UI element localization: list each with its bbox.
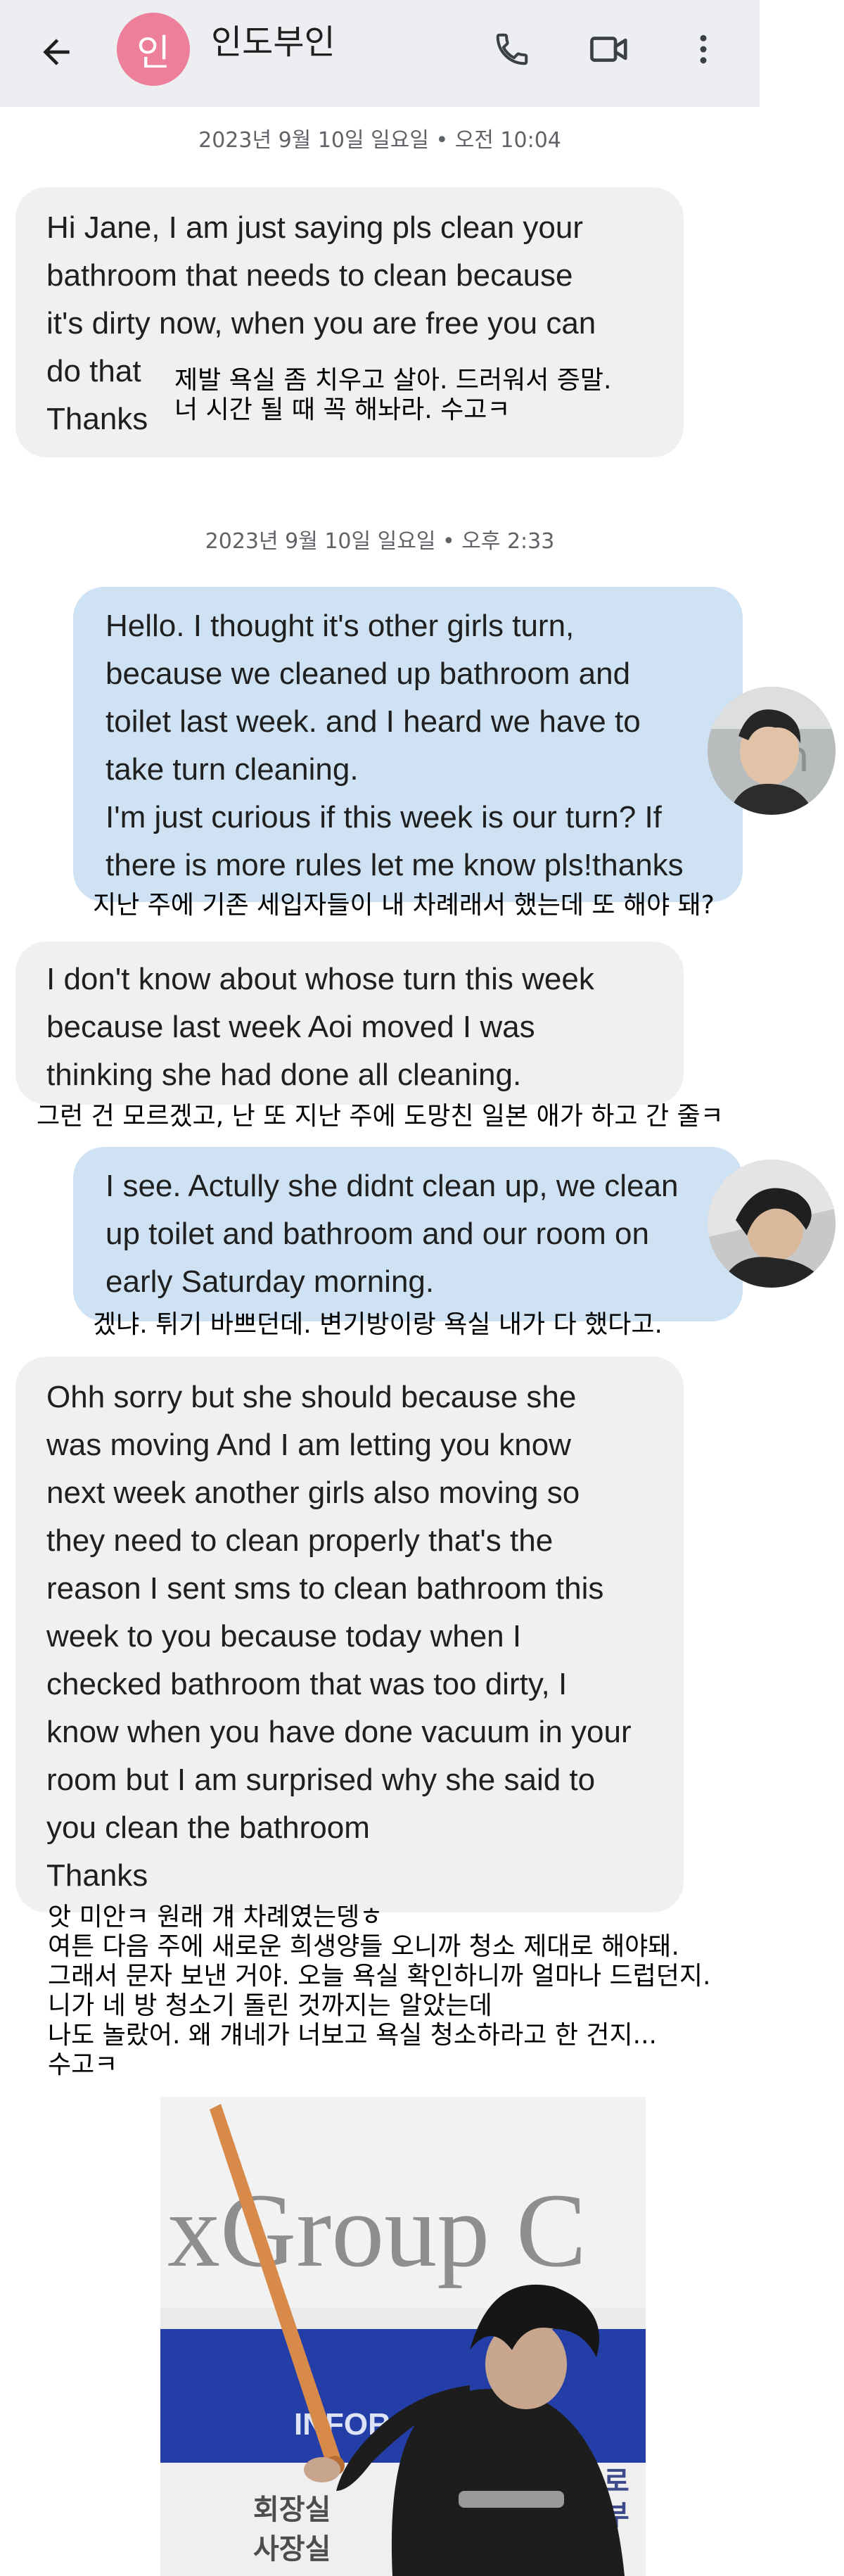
- more-options-button[interactable]: [675, 21, 731, 77]
- overlay-caption: 제발 욕실 좀 치우고 살아. 드러워서 증말. 너 시간 될 때 꼭 해놔라.…: [174, 366, 612, 424]
- sender-profile-photo[interactable]: on: [708, 687, 836, 815]
- more-vert-icon: [700, 34, 707, 64]
- phone-icon: [496, 33, 528, 65]
- overlay-caption: 겠냐. 튀기 바쁘던데. 변기방이랑 욕실 내가 다 했다고.: [93, 1310, 663, 1339]
- video-call-icon: [590, 37, 627, 62]
- date-separator: 2023년 9월 10일 일요일 • 오전 10:04: [198, 128, 561, 153]
- overlay-caption: 그런 건 모르겠고, 난 또 지난 주에 도망친 일본 애가 하고 간 줄ㅋ: [37, 1102, 724, 1131]
- profile-photo-image: on: [708, 687, 836, 815]
- contact-name[interactable]: 인도부인: [211, 21, 335, 63]
- call-button[interactable]: [484, 21, 540, 77]
- meme-image[interactable]: xGroup C INFOR 회장실 사장실 로부: [160, 2097, 646, 2576]
- meme-image-illustration: xGroup C INFOR 회장실 사장실 로부: [160, 2097, 646, 2576]
- contact-initial: 인: [136, 32, 170, 75]
- outgoing-message[interactable]: I see. Actully she didnt clean up, we cl…: [73, 1147, 743, 1321]
- incoming-message[interactable]: I don't know about whose turn this week …: [15, 941, 684, 1105]
- arrow-back-icon: [43, 39, 70, 65]
- door-label: 회장실: [253, 2494, 331, 2526]
- video-call-button[interactable]: [581, 21, 637, 77]
- door-label: 사장실: [253, 2533, 331, 2565]
- incoming-message[interactable]: Ohh sorry but she should because she was…: [15, 1357, 684, 1912]
- back-button[interactable]: [28, 24, 84, 80]
- overlay-caption: 앗 미안ㅋ 원래 걔 차례였는뎅ㅎ 여튼 다음 주에 새로운 희생양들 오니까 …: [48, 1903, 711, 2079]
- overlay-caption: 지난 주에 기존 세입자들이 내 차례래서 했는데 또 해야 돼?: [93, 891, 715, 920]
- outgoing-message[interactable]: Hello. I thought it's other girls turn, …: [73, 587, 743, 902]
- date-separator: 2023년 9월 10일 일요일 • 오후 2:33: [205, 529, 555, 554]
- app-header: 인 인도부인: [0, 0, 760, 107]
- contact-avatar[interactable]: 인: [117, 13, 190, 86]
- profile-photo-image: [708, 1160, 836, 1288]
- sender-profile-photo[interactable]: [708, 1160, 836, 1288]
- sign-text: xGroup C: [167, 2172, 587, 2289]
